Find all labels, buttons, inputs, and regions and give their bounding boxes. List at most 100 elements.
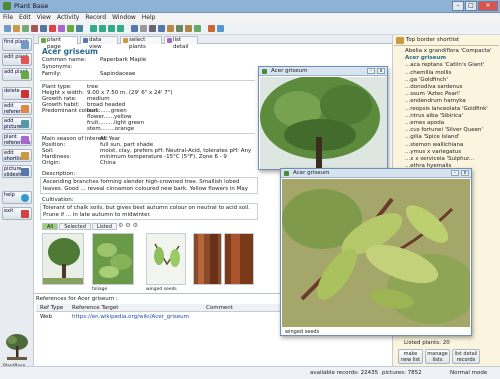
menu-file[interactable]: File [0,13,16,21]
thumbnail-bark-2[interactable] [224,233,254,285]
grid-icon[interactable] [158,25,165,32]
globe-icon[interactable] [176,25,183,32]
add-plant-button[interactable]: add plant [2,68,32,81]
popup-minimize-button[interactable]: - [367,68,375,74]
shortlist-item[interactable]: ...aca reptans 'Catlin's Giant' [405,62,484,68]
menu-window[interactable]: Window [109,13,139,21]
pictab-listed[interactable]: Listed [91,223,117,230]
picture-slideshow-button[interactable]: picture slideshow [2,165,32,178]
tab-select-plants[interactable]: select plants [120,36,162,50]
shortlist-item[interactable]: ...emes apoda [405,120,444,126]
col-ref-type[interactable]: Ref Type [40,305,63,311]
shortlist-item[interactable]: Acer griseum [405,55,446,61]
picture-window-seeds[interactable]: Acer griseum - x winged seeds [280,168,472,336]
binoculars-icon [21,41,29,49]
shortlist-item[interactable]: ...gilia 'Spice Island' [405,134,460,140]
edit-reference-button[interactable]: edit reference [2,102,32,115]
tab-plant-page[interactable]: plant page [38,36,78,50]
leaf-icon[interactable] [194,25,201,32]
menu-activity[interactable]: Activity [54,13,82,21]
shortlist-item[interactable]: ...chemilla mollis [405,70,451,76]
picture-window-titlebar[interactable]: Acer griseum - x [259,67,387,76]
popup-close-button[interactable]: x [461,170,469,176]
shortlist-item[interactable]: ...ymus x variegatus [405,149,461,155]
tab-list-detail[interactable]: list detail [164,36,198,50]
ref-link[interactable]: https://en.wikipedia.org/wiki/Acer_grise… [72,314,189,320]
col-comment[interactable]: Comment [206,305,233,311]
prev-record-icon[interactable] [90,25,97,32]
help-button[interactable]: help [2,191,32,204]
delete-button[interactable]: delete [2,87,32,100]
field-label: Origin: [42,160,61,166]
exit-button[interactable]: exit [2,207,32,220]
next-record-icon[interactable] [108,25,115,32]
edit-plant-button[interactable]: edit plant [2,53,32,66]
monitor-icon[interactable] [149,25,156,32]
books-icon [21,136,29,144]
thumbnail-winged-seeds[interactable] [146,233,186,285]
maximize-button[interactable]: □ [465,1,477,11]
list-detail-records-button[interactable]: list detail records [452,349,480,364]
shortlist-item[interactable]: ...cus fortunei 'Silver Queen' [405,127,483,133]
shortlist-item[interactable]: ...endendrum hamyka [405,98,466,104]
menu-edit[interactable]: Edit [16,13,34,21]
edit-shortlist-button[interactable]: edit shortlist [2,149,32,162]
pictab-selected[interactable]: Selected [59,223,91,230]
tab-data-view[interactable]: data view [80,36,118,50]
first-record-icon[interactable] [99,25,106,32]
find-plant-button[interactable]: find plant [2,38,32,51]
picture-icon[interactable] [76,25,83,32]
thumbnail-bark[interactable] [193,233,222,285]
book-icon[interactable] [58,25,65,32]
divider [40,80,255,81]
picture-window-tree[interactable]: Acer griseum - x [258,66,388,170]
make-new-list-button[interactable]: make new list [398,349,423,364]
folder-icon[interactable] [185,25,192,32]
cultivation-box[interactable]: Tolerant of chalk soils, but gives best … [40,203,258,220]
new-icon[interactable] [22,25,29,32]
col-reference-target[interactable]: Reference Target [72,305,118,311]
field-label: Family: [42,71,62,77]
status-bar: available records: 22435 pictures: 7852 … [0,366,500,379]
shortlist-item[interactable]: Abelia x grandiflora 'Compacta' [405,48,492,54]
print-icon[interactable] [140,25,147,32]
family-value: Sapindaceae [100,71,136,77]
popup-minimize-button[interactable]: - [451,170,459,176]
popup-close-button[interactable]: x [377,68,385,74]
save-icon[interactable] [13,25,20,32]
last-record-icon[interactable] [117,25,124,32]
description-box[interactable]: Ascending branches forming slender high-… [40,177,258,194]
shortlist-item[interactable]: ...ntrus alba 'Sibirica' [405,113,463,119]
minimize-button[interactable]: – [452,1,464,11]
picture-window-titlebar[interactable]: Acer griseum - x [281,169,471,178]
menu-view[interactable]: View [34,13,54,21]
open-icon[interactable] [4,25,11,32]
tools-icon[interactable] [49,25,56,32]
manage-lists-button[interactable]: manage lists [425,349,450,364]
menu-record[interactable]: Record [82,13,109,21]
basket-icon[interactable] [167,25,174,32]
shortlist-item[interactable]: ...reopsis lanceolata 'Goldfink' [405,106,488,112]
shortlist-item[interactable]: ...stemon wallichiana [405,142,463,148]
menu-help[interactable]: Help [139,13,159,21]
shortlist-item[interactable]: ...ssum 'Aztec Pearl' [405,91,460,97]
add-picture-button[interactable]: add picture [2,117,32,130]
thumbnail-tree[interactable] [42,233,84,285]
shortlist-item[interactable]: ...x x serviceia 'Sulphur... [405,156,474,162]
delete-icon[interactable] [31,25,38,32]
left-button-bar: find plant edit plant add plant delete e… [0,35,34,379]
picture-window-title: Acer griseum [271,68,308,74]
shortlist-item[interactable]: ...ga 'Goldfinch' [405,77,448,83]
list-icon[interactable] [67,25,74,32]
pictab-all[interactable]: All [42,223,59,230]
picture-window-title: Acer griseum [293,170,330,176]
thumbnail-foliage[interactable] [92,233,134,285]
star-icon[interactable] [208,25,215,32]
plant-references-button[interactable]: plant references [2,133,32,146]
close-button[interactable]: ✕ [478,1,498,11]
chart-icon[interactable] [131,25,138,32]
picture-tools-icons[interactable]: ⚙ ⚙ ⚙ [118,222,146,229]
help-icon[interactable] [217,25,224,32]
find-icon[interactable] [40,25,47,32]
shortlist-item[interactable]: ...donodiva sardenus [405,84,462,90]
